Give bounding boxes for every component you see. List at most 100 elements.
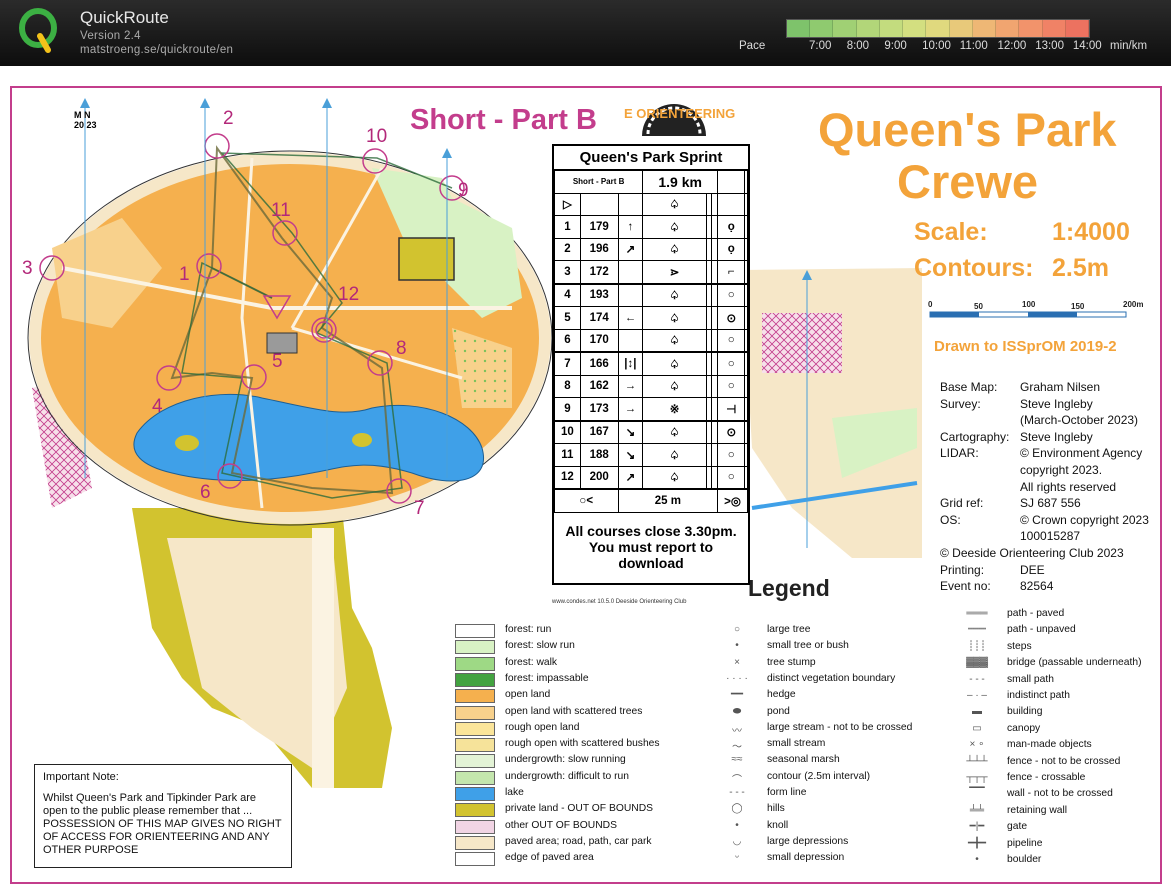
legend-symbol: - - - — [729, 787, 745, 798]
legend-symbol: ┅┅┅ — [967, 624, 987, 636]
control-number: 1 — [179, 264, 190, 285]
control-card-class: Short - Part B — [553, 170, 644, 194]
credit-value: 100015287 — [1020, 529, 1081, 544]
legend-symbol: ≈≈ — [731, 754, 743, 766]
credit-key: Cartography: — [940, 429, 1010, 444]
legend-label: small stream — [767, 738, 826, 750]
control-card-cell-g: ọ — [717, 215, 746, 239]
control-card-cell-n: 1 — [554, 215, 581, 239]
control-card-empty-cell — [744, 328, 748, 353]
legend-symbol: ▓▓▓ — [966, 657, 988, 669]
pace-tick-label: 8:00 — [846, 40, 870, 52]
control-card-row: 6 170 ♤ ○ — [554, 328, 748, 353]
legend-label: pond — [767, 705, 790, 717]
legend-symbol: • — [735, 640, 739, 652]
control-number: 2 — [223, 108, 234, 129]
legend-swatch — [455, 689, 495, 704]
control-card-cell-g: ○ — [717, 443, 746, 467]
scalebar-tick: 50 — [974, 302, 983, 311]
control-card-row: 5 174 ← ♤ ⊙ — [554, 306, 748, 330]
credit-row: Grid ref: SJ 687 556 — [940, 496, 1149, 511]
legend-symbol: ━|━ — [969, 821, 985, 833]
legend-swatch — [455, 656, 495, 671]
credit-value: © Crown copyright 2023 — [1020, 512, 1149, 527]
legend-symbol: × ∘ — [969, 739, 985, 751]
control-number: 10 — [366, 126, 388, 147]
credit-value: SJ 687 556 — [1020, 496, 1081, 511]
legend-symbol: 〰 — [732, 725, 742, 737]
credit-value: All rights reserved — [1020, 479, 1117, 494]
contour-label: Contours: — [914, 254, 1034, 282]
control-card-cell-d: ♤ — [642, 351, 707, 376]
pace-color-cell — [926, 20, 950, 37]
credit-key: Event no: — [940, 579, 991, 594]
orienteering-map[interactable]: Short - Part B E ORIENTEERING Queen's Pa… — [10, 86, 1162, 884]
credit-key: © Deeside Orienteering Club 2023 — [940, 545, 1124, 560]
finish-end-icon: >◎ — [717, 488, 748, 513]
control-card-cell-d: ♤ — [642, 443, 707, 467]
control-card-cell-code: 166 — [579, 351, 619, 376]
control-card-cell-g: ⊙ — [717, 420, 746, 444]
control-card-cell-code: 170 — [579, 328, 619, 353]
pace-color-cell — [949, 20, 973, 37]
pace-unit: min/km — [1110, 40, 1148, 52]
app-url[interactable]: matstroeng.se/quickroute/en — [80, 44, 233, 56]
pace-color-cell — [810, 20, 834, 37]
control-card-cell-g: ⊣ — [717, 397, 746, 421]
magnetic-north-label: M N — [74, 110, 91, 120]
legend-symbol: ᵕ — [735, 852, 739, 864]
scale-label: Scale: — [914, 218, 988, 246]
pace-label: Pace — [739, 40, 766, 52]
legend-swatch — [455, 721, 495, 736]
legend-label: small tree or bush — [767, 640, 849, 652]
pace-tick-label: 10:00 — [922, 40, 951, 52]
legend-label: fence - not to be crossed — [1007, 755, 1121, 767]
control-card-empty-cell — [744, 237, 748, 261]
control-card-cell-code: 172 — [579, 260, 619, 284]
pace-color-cell — [996, 20, 1020, 37]
legend-label: canopy — [1007, 722, 1041, 734]
control-card-empty-cell — [744, 283, 748, 307]
control-card-cell-n: 10 — [554, 420, 581, 444]
legend-symbol: ━━ — [730, 689, 744, 701]
legend-symbol: × — [734, 656, 740, 668]
legend-swatch — [455, 803, 495, 818]
legend-label: indistinct path — [1007, 690, 1070, 701]
control-card-empty-cell — [744, 443, 748, 467]
legend-label: pipeline — [1007, 837, 1043, 849]
pace-color-cell — [787, 20, 811, 37]
legend-symbol: ⌒ — [732, 774, 742, 786]
control-card-cell-c: ↑ — [617, 215, 644, 239]
legend-label: boulder — [1007, 854, 1042, 865]
legend-label: other OUT OF BOUNDS — [505, 819, 617, 831]
legend-label: edge of paved area — [505, 852, 594, 864]
control-card-empty-cell — [744, 306, 748, 330]
control-card-cell-d: ♤ — [642, 465, 707, 490]
legend-label: form line — [767, 787, 807, 798]
control-card-cell-code: 200 — [579, 465, 619, 490]
map-credits: Base Map: Graham Nilsen Survey: Steve Ingle… — [938, 378, 1151, 596]
legend-label: rough open with scattered bushes — [505, 738, 660, 750]
legend-label: hedge — [767, 689, 796, 701]
control-card-empty-cell — [744, 260, 748, 284]
control-number: 7 — [414, 498, 425, 519]
control-card-cell-d: ♤ — [642, 215, 707, 239]
pace-color-cell — [972, 20, 997, 37]
start-feature-icon: ♤ — [642, 192, 707, 216]
legend-symbol: ┬┬┬ — [966, 772, 988, 783]
control-card-header-row: Short - Part B 1.9 km — [553, 170, 748, 194]
legend-symbol: - - - — [969, 673, 985, 685]
legend-swatch — [455, 754, 495, 769]
legend-label: large stream - not to be crossed — [767, 721, 913, 733]
scalebar-tick: 100 — [1022, 300, 1036, 309]
map-title-line1: Queen's Park — [818, 103, 1117, 156]
pace-tick-label: 12:00 — [997, 40, 1027, 52]
credit-value: © Environment Agency — [1020, 446, 1143, 461]
legend-label: path - unpaved — [1007, 624, 1076, 636]
legend-label: path - paved — [1007, 608, 1065, 619]
control-card-cell-code: 162 — [579, 374, 619, 398]
legend-symbol: ┴┴┴ — [966, 755, 988, 767]
pace-color-cell — [833, 20, 857, 37]
control-card-cell-c: ↗ — [617, 465, 644, 490]
legend-label: bridge (passable underneath) — [1007, 657, 1142, 669]
